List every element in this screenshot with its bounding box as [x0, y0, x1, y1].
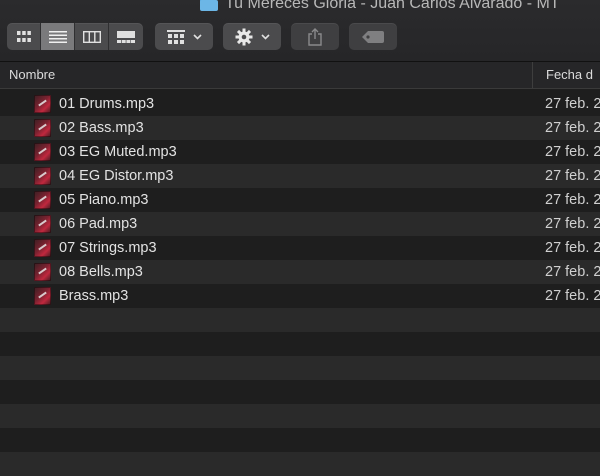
file-name: 04 EG Distor.mp3	[59, 168, 174, 184]
share-button[interactable]	[291, 23, 339, 50]
empty-row	[0, 380, 600, 404]
toolbar: Tu Mereces Gloria - Juan Carlos Alvarado…	[0, 0, 600, 62]
empty-row	[0, 452, 600, 476]
chevron-down-icon	[260, 33, 270, 40]
file-row[interactable]: Brass.mp3 27 feb. 2	[0, 284, 600, 308]
file-name: 01 Drums.mp3	[59, 96, 155, 112]
file-name: Brass.mp3	[59, 288, 129, 304]
file-row[interactable]: 02 Bass.mp3 27 feb. 2	[0, 116, 600, 140]
group-by-button[interactable]	[155, 23, 213, 50]
chevron-down-icon	[192, 33, 202, 40]
file-date: 27 feb. 2	[545, 216, 600, 232]
list-icon	[48, 30, 67, 43]
file-date: 27 feb. 2	[545, 144, 600, 160]
column-header-name[interactable]: Nombre	[9, 67, 55, 82]
columns-icon	[82, 30, 101, 43]
grid-icon	[16, 30, 31, 42]
mp3-file-icon	[34, 119, 51, 137]
empty-row	[0, 308, 600, 332]
share-icon	[308, 27, 322, 46]
window-title: Tu Mereces Gloria - Juan Carlos Alvarado…	[200, 0, 560, 14]
file-row[interactable]: 04 EG Distor.mp3 27 feb. 2	[0, 164, 600, 188]
mp3-file-icon	[34, 239, 51, 257]
icon-view-button[interactable]	[7, 23, 41, 50]
mp3-file-icon	[34, 215, 51, 233]
file-row[interactable]: 03 EG Muted.mp3 27 feb. 2	[0, 140, 600, 164]
gear-icon	[235, 28, 252, 45]
column-view-button[interactable]	[75, 23, 109, 50]
window-title-text: Tu Mereces Gloria - Juan Carlos Alvarado…	[225, 0, 560, 12]
mp3-file-icon	[34, 263, 51, 281]
tag-button[interactable]	[349, 23, 397, 50]
mp3-file-icon	[34, 95, 51, 113]
view-mode-segmented-control	[7, 23, 143, 50]
empty-row	[0, 404, 600, 428]
file-row[interactable]: 05 Piano.mp3 27 feb. 2	[0, 188, 600, 212]
file-row[interactable]: 06 Pad.mp3 27 feb. 2	[0, 212, 600, 236]
file-row[interactable]: 07 Strings.mp3 27 feb. 2	[0, 236, 600, 260]
tag-icon	[362, 30, 384, 43]
action-menu-button[interactable]	[223, 23, 281, 50]
gallery-icon	[117, 30, 135, 43]
file-date: 27 feb. 2	[545, 240, 600, 256]
empty-row	[0, 428, 600, 452]
empty-row	[0, 332, 600, 356]
file-date: 27 feb. 2	[545, 96, 600, 112]
file-date: 27 feb. 2	[545, 264, 600, 280]
file-date: 27 feb. 2	[545, 288, 600, 304]
file-row[interactable]: 01 Drums.mp3 27 feb. 2	[0, 92, 600, 116]
file-date: 27 feb. 2	[545, 168, 600, 184]
file-name: 08 Bells.mp3	[59, 264, 143, 280]
file-name: 03 EG Muted.mp3	[59, 144, 177, 160]
folder-icon	[200, 0, 218, 11]
mp3-file-icon	[34, 287, 51, 305]
empty-row	[0, 356, 600, 380]
group-grid-icon	[166, 29, 185, 44]
mp3-file-icon	[34, 191, 51, 209]
file-name: 07 Strings.mp3	[59, 240, 157, 256]
gallery-view-button[interactable]	[109, 23, 143, 50]
mp3-file-icon	[34, 143, 51, 161]
file-row[interactable]: 08 Bells.mp3 27 feb. 2	[0, 260, 600, 284]
mp3-file-icon	[34, 167, 51, 185]
file-name: 02 Bass.mp3	[59, 120, 144, 136]
list-header: Nombre Fecha d	[0, 62, 600, 89]
list-view-button[interactable]	[41, 23, 75, 50]
file-name: 06 Pad.mp3	[59, 216, 138, 232]
file-date: 27 feb. 2	[545, 120, 600, 136]
file-date: 27 feb. 2	[545, 192, 600, 208]
column-header-date[interactable]: Fecha d	[546, 67, 593, 82]
file-list: 01 Drums.mp3 27 feb. 2 02 Bass.mp3 27 fe…	[0, 92, 600, 476]
file-name: 05 Piano.mp3	[59, 192, 149, 208]
column-divider[interactable]	[532, 62, 533, 88]
